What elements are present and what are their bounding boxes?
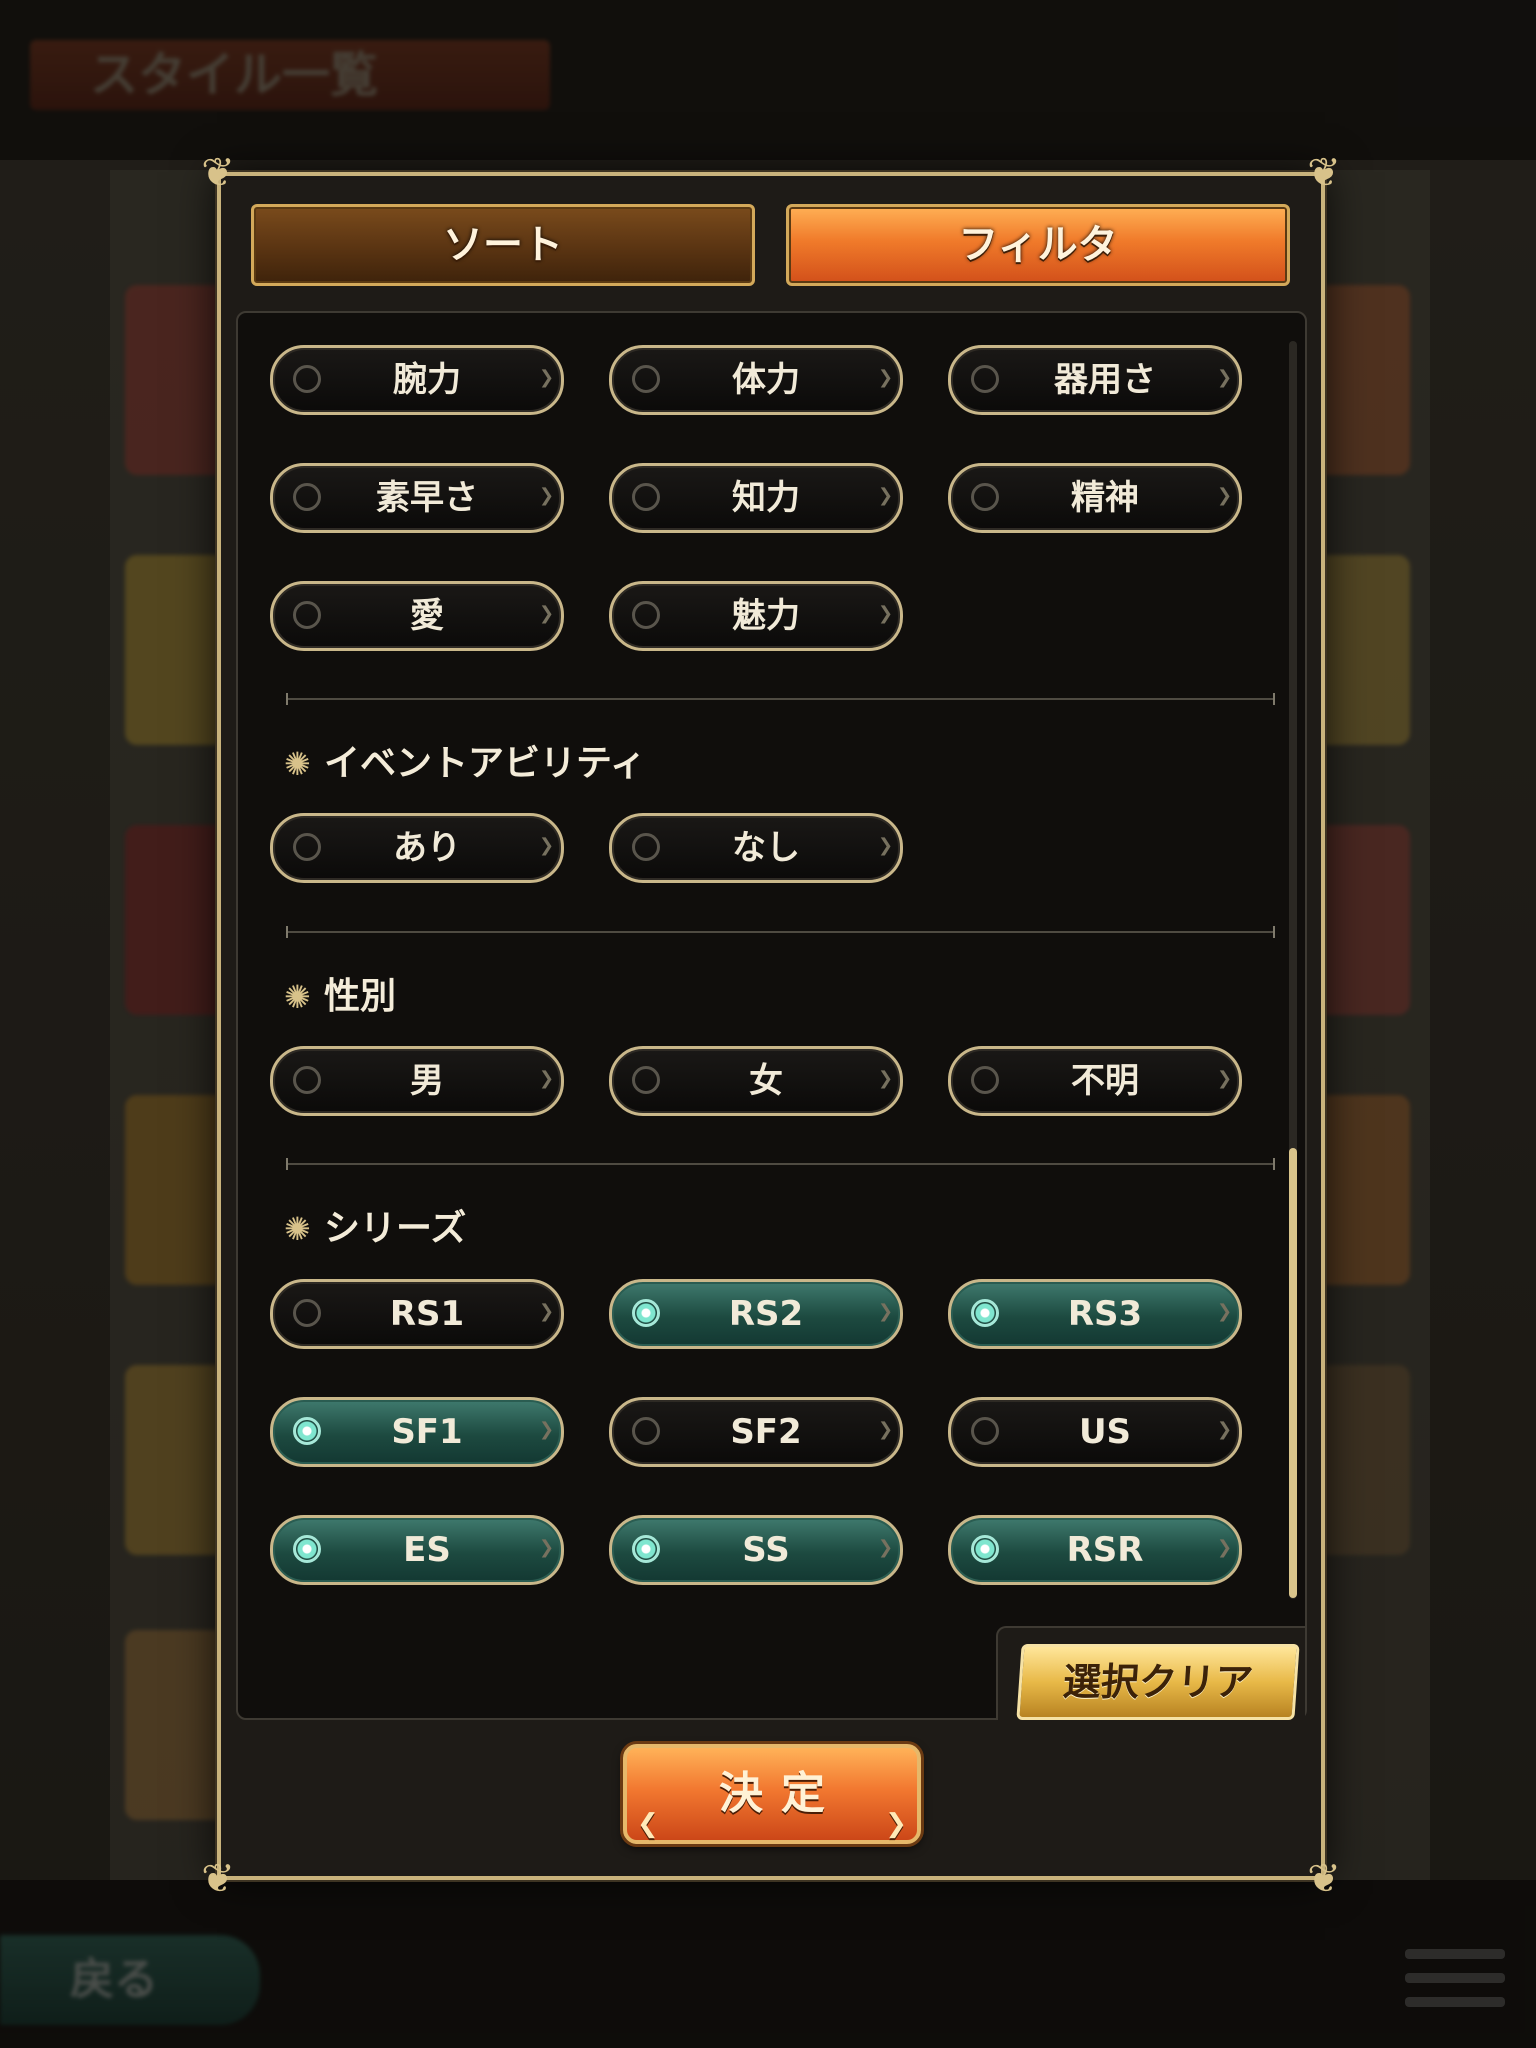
corner-ornament-icon: ❦ — [1307, 150, 1341, 196]
corner-ornament-icon: ❦ — [201, 1856, 235, 1902]
tip-ornament-icon: ❯ — [1217, 1068, 1233, 1089]
corner-ornament-icon: ❦ — [1307, 1856, 1341, 1902]
filter-option-series-rs2[interactable]: RS2 ❯ — [609, 1279, 903, 1349]
filter-option-stat[interactable]: 魅力 ❯ — [609, 581, 903, 651]
tip-ornament-icon: ❯ — [539, 1301, 555, 1322]
sun-emblem-icon: ✺ — [284, 978, 311, 1016]
tab-sort[interactable]: ソート — [251, 204, 755, 286]
filter-option-series-rs3[interactable]: RS3 ❯ — [948, 1279, 1242, 1349]
filter-option-stat[interactable]: 愛 ❯ — [270, 581, 564, 651]
tip-ornament-icon: ❯ — [539, 835, 555, 856]
tip-ornament-icon: ❯ — [878, 835, 894, 856]
filter-options-panel: 腕力 ❯ 体力 ❯ 器用さ ❯ 素早さ ❯ 知力 ❯ 精神 ❯ 愛 ❯ 魅力 ❯ ✺ イベントアビ… — [236, 311, 1307, 1720]
section-title-event-ability: ✺ イベントアビリティ — [284, 740, 646, 788]
filter-option-series-rs1[interactable]: RS1 ❯ — [270, 1279, 564, 1349]
tip-ornament-icon: ❯ — [539, 1068, 555, 1089]
tip-ornament-icon: ❯ — [878, 1537, 894, 1558]
tip-ornament-icon: ❯ — [539, 485, 555, 506]
tip-ornament-icon: ❯ — [539, 603, 555, 624]
section-divider — [286, 1158, 1275, 1170]
clear-selection-button[interactable]: 選択クリア — [1016, 1644, 1300, 1720]
scrollbar-thumb[interactable] — [1289, 1148, 1297, 1598]
filter-option-stat[interactable]: 知力 ❯ — [609, 463, 903, 533]
section-divider — [286, 926, 1275, 938]
filter-option-stat[interactable]: 腕力 ❯ — [270, 345, 564, 415]
tip-ornament-icon: ❯ — [878, 603, 894, 624]
tip-ornament-icon: ❯ — [878, 367, 894, 388]
tip-ornament-icon: ❯ — [1217, 1419, 1233, 1440]
tip-ornament-icon: ❯ — [539, 1537, 555, 1558]
sun-emblem-icon: ✺ — [284, 1210, 311, 1248]
tab-filter[interactable]: フィルタ — [786, 204, 1290, 286]
filter-option-stat[interactable]: 素早さ ❯ — [270, 463, 564, 533]
tip-ornament-icon: ❯ — [1217, 367, 1233, 388]
filter-option-gender[interactable]: 男 ❯ — [270, 1046, 564, 1116]
sun-emblem-icon: ✺ — [284, 745, 311, 783]
section-title-gender: ✺ 性別 — [284, 973, 396, 1021]
filter-option-gender[interactable]: 女 ❯ — [609, 1046, 903, 1116]
filter-option-event-ability[interactable]: あり ❯ — [270, 813, 564, 883]
ornament-right-icon: ❯ — [885, 1809, 907, 1839]
tip-ornament-icon: ❯ — [878, 485, 894, 506]
ornament-left-icon: ❮ — [637, 1809, 659, 1839]
filter-option-event-ability[interactable]: なし ❯ — [609, 813, 903, 883]
filter-option-series-ss[interactable]: SS ❯ — [609, 1515, 903, 1585]
tip-ornament-icon: ❯ — [878, 1419, 894, 1440]
section-divider — [286, 693, 1275, 705]
tip-ornament-icon: ❯ — [878, 1301, 894, 1322]
tip-ornament-icon: ❯ — [1217, 485, 1233, 506]
section-title-series: ✺ シリーズ — [284, 1205, 466, 1253]
tip-ornament-icon: ❯ — [1217, 1301, 1233, 1322]
filter-option-series-es[interactable]: ES ❯ — [270, 1515, 564, 1585]
filter-option-gender[interactable]: 不明 ❯ — [948, 1046, 1242, 1116]
filter-option-stat[interactable]: 器用さ ❯ — [948, 345, 1242, 415]
filter-option-series-rsr[interactable]: RSR ❯ — [948, 1515, 1242, 1585]
filter-option-series-us[interactable]: US ❯ — [948, 1397, 1242, 1467]
filter-option-series-sf1[interactable]: SF1 ❯ — [270, 1397, 564, 1467]
filter-option-series-sf2[interactable]: SF2 ❯ — [609, 1397, 903, 1467]
tip-ornament-icon: ❯ — [1217, 1537, 1233, 1558]
filter-option-stat[interactable]: 体力 ❯ — [609, 345, 903, 415]
tip-ornament-icon: ❯ — [539, 367, 555, 388]
corner-ornament-icon: ❦ — [201, 150, 235, 196]
tip-ornament-icon: ❯ — [539, 1419, 555, 1440]
tip-ornament-icon: ❯ — [878, 1068, 894, 1089]
sort-filter-dialog: ❦ ❦ ❦ ❦ ソート フィルタ 腕力 ❯ 体力 ❯ 器用さ ❯ 素早さ ❯ 知力 ❯ 精… — [201, 150, 1341, 1902]
confirm-button[interactable]: ❮ 決定 ❯ — [623, 1744, 921, 1844]
filter-option-stat[interactable]: 精神 ❯ — [948, 463, 1242, 533]
